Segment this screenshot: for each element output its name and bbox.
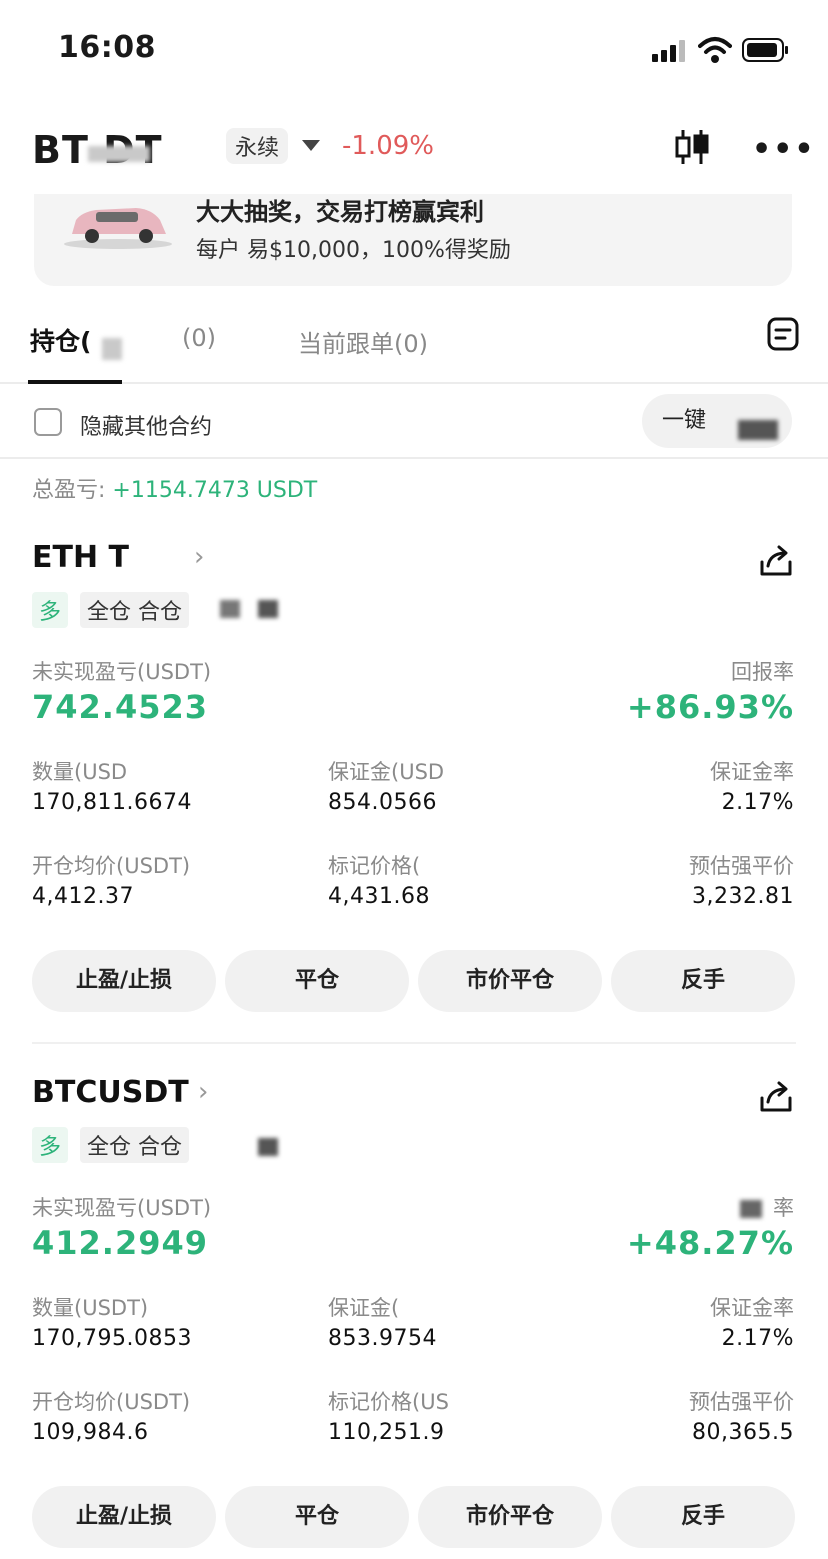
candlestick-icon[interactable] — [674, 128, 710, 166]
market-close-button[interactable]: 市价平仓 — [418, 1486, 602, 1548]
upnl-value: 412.2949 — [32, 1224, 209, 1262]
roe-label: 回报率 — [731, 660, 794, 684]
margin-label: 保证金( — [328, 1296, 400, 1320]
margin-value: 853.9754 — [328, 1326, 437, 1351]
liq-price-label: 预估强平价 — [689, 854, 794, 878]
liq-price-value: 80,365.5 — [692, 1420, 794, 1445]
margin-rate-value: 2.17% — [721, 1326, 794, 1351]
upnl-label: 未实现盈亏(USDT) — [32, 660, 212, 684]
margin-mode-badge: 全仓 合仓 — [80, 1127, 189, 1163]
margin-value: 854.0566 — [328, 790, 437, 815]
mark-price-label: 标记价格( — [328, 854, 421, 878]
margin-mode-badge: 全仓 合仓 — [80, 592, 189, 628]
liq-price-label: 预估强平价 — [689, 1390, 794, 1414]
filter-divider — [0, 457, 828, 459]
entry-price-label: 开仓均价(USDT) — [32, 1390, 191, 1414]
document-icon[interactable] — [766, 316, 800, 352]
battery-icon — [742, 38, 788, 62]
signal-icon — [652, 40, 685, 62]
quantity-label: 数量(USDT) — [32, 1296, 149, 1320]
car-image — [64, 208, 172, 249]
reverse-button[interactable]: 反手 — [611, 950, 795, 1012]
entry-price-value: 4,412.37 — [32, 884, 134, 909]
roe-value: +48.27% — [626, 1224, 794, 1262]
tpsl-button[interactable]: 止盈/止损 — [32, 950, 216, 1012]
reverse-button[interactable]: 反手 — [611, 1486, 795, 1548]
position-symbol[interactable]: ETH T — [32, 540, 129, 575]
liq-price-value: 3,232.81 — [692, 884, 794, 909]
entry-price-value: 109,984.6 — [32, 1420, 149, 1445]
tab-copy-trades[interactable]: 当前跟单(0) — [298, 324, 428, 359]
redaction — [258, 1138, 278, 1156]
share-icon[interactable] — [758, 544, 794, 578]
chevron-right-icon[interactable]: › — [194, 542, 204, 572]
tab-positions[interactable]: 持仓( — [30, 322, 91, 358]
active-tab-indicator — [28, 380, 122, 384]
roe-label: 率 — [773, 1196, 794, 1220]
redaction — [102, 338, 122, 360]
upnl-value: 742.4523 — [32, 688, 209, 726]
banner-title: 大大抽奖，交易打榜赢宾利 — [196, 198, 484, 226]
total-pnl: 总盈亏: +1154.7473 USDT — [32, 472, 317, 504]
total-pnl-label: 总盈亏: — [32, 478, 113, 503]
hide-other-contracts-label: 隐藏其他合约 — [80, 415, 213, 440]
redaction — [220, 600, 240, 618]
roe-value: +86.93% — [626, 688, 794, 726]
share-icon[interactable] — [758, 1080, 794, 1114]
hide-other-contracts-checkbox[interactable] — [34, 408, 62, 436]
more-icon[interactable]: ••• — [752, 132, 816, 167]
upnl-label: 未实现盈亏(USDT) — [32, 1196, 212, 1220]
side-badge: 多 — [32, 592, 69, 628]
side-badge: 多 — [32, 1127, 69, 1163]
status-time: 16:08 — [58, 30, 156, 65]
quantity-value: 170,811.6674 — [32, 790, 192, 815]
position-symbol[interactable]: BTCUSDT — [32, 1075, 189, 1110]
quantity-value: 170,795.0853 — [32, 1326, 192, 1351]
redaction — [88, 146, 150, 162]
entry-price-label: 开仓均价(USDT) — [32, 854, 191, 878]
tab-orders[interactable]: (0) — [182, 324, 216, 352]
wifi-icon — [698, 37, 732, 63]
redaction — [258, 600, 278, 618]
margin-label: 保证金(USD — [328, 760, 445, 784]
contract-type-badge[interactable]: 永续 — [226, 128, 289, 164]
margin-rate-value: 2.17% — [721, 790, 794, 815]
total-pnl-value: +1154.7473 USDT — [112, 478, 318, 503]
position-divider — [32, 1042, 796, 1044]
tpsl-button[interactable]: 止盈/止损 — [32, 1486, 216, 1548]
margin-rate-label: 保证金率 — [710, 760, 794, 784]
mark-price-label: 标记价格(US — [328, 1390, 449, 1414]
market-close-button[interactable]: 市价平仓 — [418, 950, 602, 1012]
banner-subtitle: 每户 易$10,000，100%得奖励 — [196, 238, 511, 263]
mark-price-value: 110,251.9 — [328, 1420, 445, 1445]
margin-rate-label: 保证金率 — [710, 1296, 794, 1320]
close-position-button[interactable]: 平仓 — [225, 950, 409, 1012]
chevron-right-icon[interactable]: › — [198, 1077, 208, 1107]
price-change: -1.09% — [342, 131, 434, 161]
mark-price-value: 4,431.68 — [328, 884, 430, 909]
redaction — [738, 420, 778, 440]
quantity-label: 数量(USD — [32, 760, 128, 784]
tab-divider — [0, 382, 828, 384]
close-position-button[interactable]: 平仓 — [225, 1486, 409, 1548]
chevron-down-icon[interactable] — [302, 140, 320, 151]
